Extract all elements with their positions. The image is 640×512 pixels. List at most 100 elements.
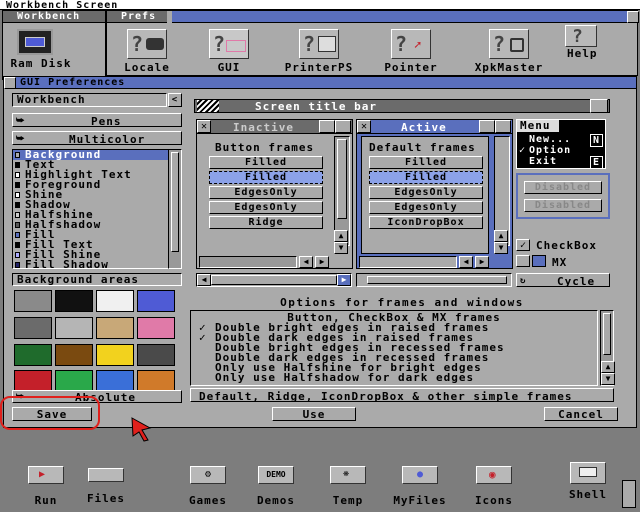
palette-swatch[interactable] <box>96 343 134 366</box>
cancel-button[interactable]: Cancel <box>544 407 618 421</box>
menu-preview[interactable]: Menu New... N ✓ Option Exit E <box>516 119 606 169</box>
shell-icon[interactable]: Shell <box>562 462 614 501</box>
option-item[interactable]: Only use Halfshadow for dark edges <box>191 372 597 383</box>
gui-preferences-window[interactable]: GUI Preferences Workbench < ⮩ Pens ⮩ Mul… <box>3 76 637 428</box>
locale-icon[interactable]: ? Locale <box>117 29 177 74</box>
inactive-zoom-icon[interactable] <box>319 120 335 133</box>
palette-swatch[interactable] <box>55 316 93 339</box>
files-icon[interactable]: Files <box>80 468 132 505</box>
palette-swatch[interactable] <box>55 343 93 366</box>
inactive-window-preview[interactable]: ✕ Inactive Button frames Filled Filled Edg… <box>196 119 353 269</box>
active-scroll-left-icon[interactable]: ◀ <box>459 256 473 268</box>
slider-right-icon[interactable]: ▶ <box>337 274 351 286</box>
active-depth-icon[interactable] <box>495 120 511 133</box>
active-slider[interactable] <box>356 273 512 287</box>
screen-title-bar-preview[interactable]: Screen title bar <box>194 99 610 113</box>
palette-swatch[interactable] <box>96 290 134 312</box>
inactive-close-icon[interactable]: ✕ <box>197 120 211 133</box>
icons-icon[interactable]: ◉ Icons <box>468 466 520 507</box>
prefs-drawer-window[interactable]: Prefs ? Locale ? GUI ? PrinterPS ? ➚ Poi… <box>106 10 639 76</box>
screen-depth-icon[interactable] <box>590 99 608 113</box>
palette-swatch[interactable] <box>55 370 93 393</box>
screen-selector-field[interactable]: Workbench <box>12 93 167 107</box>
gui-preferences-titlebar[interactable]: GUI Preferences <box>4 77 636 89</box>
pens-button[interactable]: ⮩ Pens <box>12 113 182 127</box>
menu-item[interactable]: ✓ Option <box>519 145 605 156</box>
options-scroll-up-icon[interactable]: ▲ <box>601 361 615 373</box>
palette-swatch[interactable] <box>137 343 175 366</box>
gui-icon[interactable]: ? GUI <box>199 29 259 74</box>
menu-item[interactable]: New... N <box>519 134 605 147</box>
palette-swatch[interactable] <box>14 343 52 366</box>
games-icon[interactable]: ⚙ Games <box>182 466 234 507</box>
active-frame-button[interactable]: EdgesOnly <box>369 186 483 199</box>
mx-selected[interactable] <box>532 255 546 267</box>
active-frame-button[interactable]: IconDropBox <box>369 216 483 229</box>
active-scroll-up-icon[interactable]: ▲ <box>494 230 508 242</box>
inactive-button-list[interactable]: Filled Filled EdgesOnly EdgesOnly Ridge <box>209 156 323 231</box>
inactive-scroll-right-icon[interactable]: ▶ <box>315 256 329 268</box>
menu-item[interactable]: Exit E <box>519 156 605 169</box>
mx-unselected[interactable] <box>516 255 530 267</box>
active-button-list[interactable]: Filled Filled EdgesOnly EdgesOnly IconDropBo… <box>369 156 483 231</box>
active-close-icon[interactable]: ✕ <box>357 120 371 133</box>
multicolor-button[interactable]: ⮩ Multicolor <box>12 131 182 145</box>
active-scroll-right-icon[interactable]: ▶ <box>475 256 489 268</box>
screen-selector-popup-button[interactable]: < <box>168 93 182 107</box>
inactive-depth-icon[interactable] <box>335 120 351 133</box>
pen-list[interactable]: Background Text Highlight Text Foreground Sh… <box>12 149 172 269</box>
workbench-window[interactable]: Workbench Ram Disk <box>2 10 106 80</box>
ram-disk-icon[interactable] <box>17 29 53 55</box>
palette-swatch[interactable] <box>96 370 134 393</box>
inactive-frame-button[interactable]: Filled <box>209 156 323 169</box>
help-icon[interactable]: ? Help <box>565 25 605 60</box>
temp-icon[interactable]: ❋ Temp <box>322 466 374 507</box>
screen-title-bar[interactable]: Workbench Screen <box>0 0 640 11</box>
palette-swatch[interactable] <box>55 290 93 312</box>
options-list[interactable]: Button, CheckBox & MX frames ✓ Double brig… <box>190 310 598 386</box>
pen-list-scrollbar[interactable] <box>168 149 182 269</box>
active-frame-button[interactable]: EdgesOnly <box>369 201 483 214</box>
active-frame-button[interactable]: Filled <box>369 171 483 184</box>
prefs-depth-gadget[interactable] <box>627 11 639 23</box>
inactive-scroll-up-icon[interactable]: ▲ <box>334 230 348 242</box>
options-scroll-down-icon[interactable]: ▼ <box>601 373 615 385</box>
dock-scroll-gadget[interactable] <box>622 480 636 508</box>
options-scrollbar[interactable]: ▲ ▼ <box>600 310 615 386</box>
active-zoom-icon[interactable] <box>479 120 495 133</box>
background-areas-header[interactable]: Background areas <box>12 273 182 286</box>
xpkmaster-icon[interactable]: ? XpkMaster <box>469 29 549 74</box>
inactive-scroll-left-icon[interactable]: ◀ <box>299 256 313 268</box>
palette-swatch[interactable] <box>137 316 175 339</box>
inactive-frame-button[interactable]: EdgesOnly <box>209 201 323 214</box>
inactive-hscroll[interactable] <box>199 256 297 268</box>
use-button[interactable]: Use <box>272 407 356 421</box>
color-palette[interactable] <box>14 290 178 394</box>
palette-swatch[interactable] <box>137 370 175 393</box>
inactive-frame-button[interactable]: Ridge <box>209 216 323 229</box>
inactive-scroll-down-icon[interactable]: ▼ <box>334 242 348 254</box>
frames-cycle-gadget[interactable]: Default, Ridge, IconDropBox & other simp… <box>190 388 614 402</box>
inactive-frame-button[interactable]: EdgesOnly <box>209 186 323 199</box>
cycle-button[interactable]: ↻ Cycle <box>516 273 610 287</box>
palette-swatch[interactable] <box>137 290 175 312</box>
palette-swatch[interactable] <box>14 370 52 393</box>
checkbox-preview[interactable]: ✓ <box>516 239 530 251</box>
active-hscroll[interactable] <box>359 256 457 268</box>
slider-left-icon[interactable]: ◀ <box>197 274 211 286</box>
active-frame-button[interactable]: Filled <box>369 156 483 169</box>
palette-swatch[interactable] <box>14 316 52 339</box>
demos-icon[interactable]: DEMO Demos <box>250 466 302 507</box>
palette-swatch[interactable] <box>96 316 134 339</box>
inactive-slider[interactable]: ◀ ▶ <box>196 273 352 287</box>
active-window-preview[interactable]: ✕ Active Default frames Filled Filled Edge… <box>356 119 513 269</box>
palette-swatch[interactable] <box>14 290 52 312</box>
close-gadget-icon[interactable] <box>4 77 16 89</box>
printerps-icon[interactable]: ? PrinterPS <box>283 29 355 74</box>
myfiles-icon[interactable]: ● MyFiles <box>390 466 450 507</box>
pointer-icon[interactable]: ? ➚ Pointer <box>379 29 443 74</box>
active-scroll-down-icon[interactable]: ▼ <box>494 242 508 254</box>
run-icon[interactable]: ▶ Run <box>20 466 72 507</box>
prefs-window-dragbar[interactable] <box>172 11 627 23</box>
inactive-frame-button[interactable]: Filled <box>209 171 323 184</box>
